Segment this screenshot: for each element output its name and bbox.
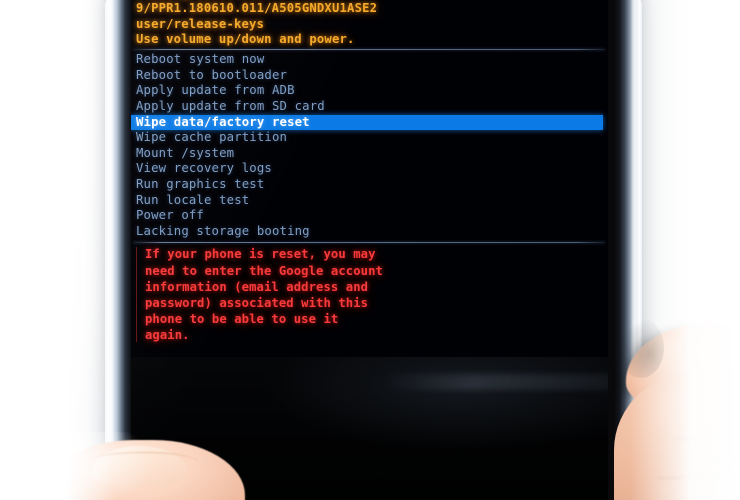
- recovery-menu: Reboot system now Reboot to bootloader A…: [131, 52, 608, 240]
- menu-item-apply-update-from-sd-card[interactable]: Apply update from SD card: [136, 99, 608, 115]
- menu-item-run-locale-test[interactable]: Run locale test: [136, 193, 608, 209]
- warning-line-2: need to enter the Google account: [145, 263, 383, 278]
- menu-item-mount-system[interactable]: Mount /system: [136, 146, 608, 162]
- recovery-header-line-keys: user/release-keys: [136, 16, 265, 31]
- warning-left-rule: [136, 247, 137, 342]
- menu-item-apply-update-from-adb[interactable]: Apply update from ADB: [136, 83, 608, 99]
- warning-line-5: phone to be able to use it: [145, 312, 339, 327]
- warning-line-3: information (email address and: [145, 279, 369, 294]
- menu-item-view-recovery-logs[interactable]: View recovery logs: [136, 161, 608, 177]
- menu-item-reboot-to-bootloader[interactable]: Reboot to bootloader: [136, 68, 608, 84]
- menu-item-reboot-system-now[interactable]: Reboot system now: [136, 52, 608, 68]
- warning-line-1: If your phone is reset, you may: [145, 247, 376, 262]
- warning-line-6: again.: [145, 328, 190, 343]
- phone-screen: Android Recovery samsung/a50xtc/a50 9/PP…: [131, 0, 608, 500]
- phone-left-edge-gloss: [108, 0, 114, 500]
- warning-line-4: password) associated with this: [145, 295, 369, 310]
- menu-warning-divider: [133, 242, 605, 244]
- recovery-header-line-instructions: Use volume up/down and power.: [136, 31, 355, 46]
- recovery-header: Android Recovery samsung/a50xtc/a50 9/PP…: [136, 0, 608, 47]
- menu-item-lacking-storage-booting[interactable]: Lacking storage booting: [136, 224, 608, 240]
- phone-right-edge-gloss: [631, 0, 638, 500]
- recovery-header-line-build: 9/PPR1.180610.011/A505GNDXU1ASE2: [136, 1, 378, 16]
- menu-item-wipe-data-factory-reset[interactable]: Wipe data/factory reset: [131, 114, 603, 131]
- left-background-blowout: [0, 0, 115, 500]
- menu-item-power-off[interactable]: Power off: [136, 208, 608, 224]
- menu-item-run-graphics-test[interactable]: Run graphics test: [136, 177, 608, 193]
- right-hand-vein: [700, 458, 740, 462]
- photo-scene: Android Recovery samsung/a50xtc/a50 9/PP…: [0, 0, 740, 500]
- menu-item-wipe-cache-partition[interactable]: Wipe cache partition: [136, 130, 608, 146]
- screen-smudge: [381, 374, 608, 390]
- right-hand-vein: [658, 476, 740, 480]
- right-hand-vein: [674, 436, 740, 441]
- right-background-blowout: [630, 0, 740, 500]
- android-recovery-ui: Android Recovery samsung/a50xtc/a50 9/PP…: [131, 0, 608, 344]
- header-menu-divider: [133, 49, 605, 51]
- recovery-warning-block: If your phone is reset, you may need to …: [136, 246, 608, 343]
- phone-device: Android Recovery samsung/a50xtc/a50 9/PP…: [105, 0, 642, 500]
- right-hand-finger: [626, 324, 740, 416]
